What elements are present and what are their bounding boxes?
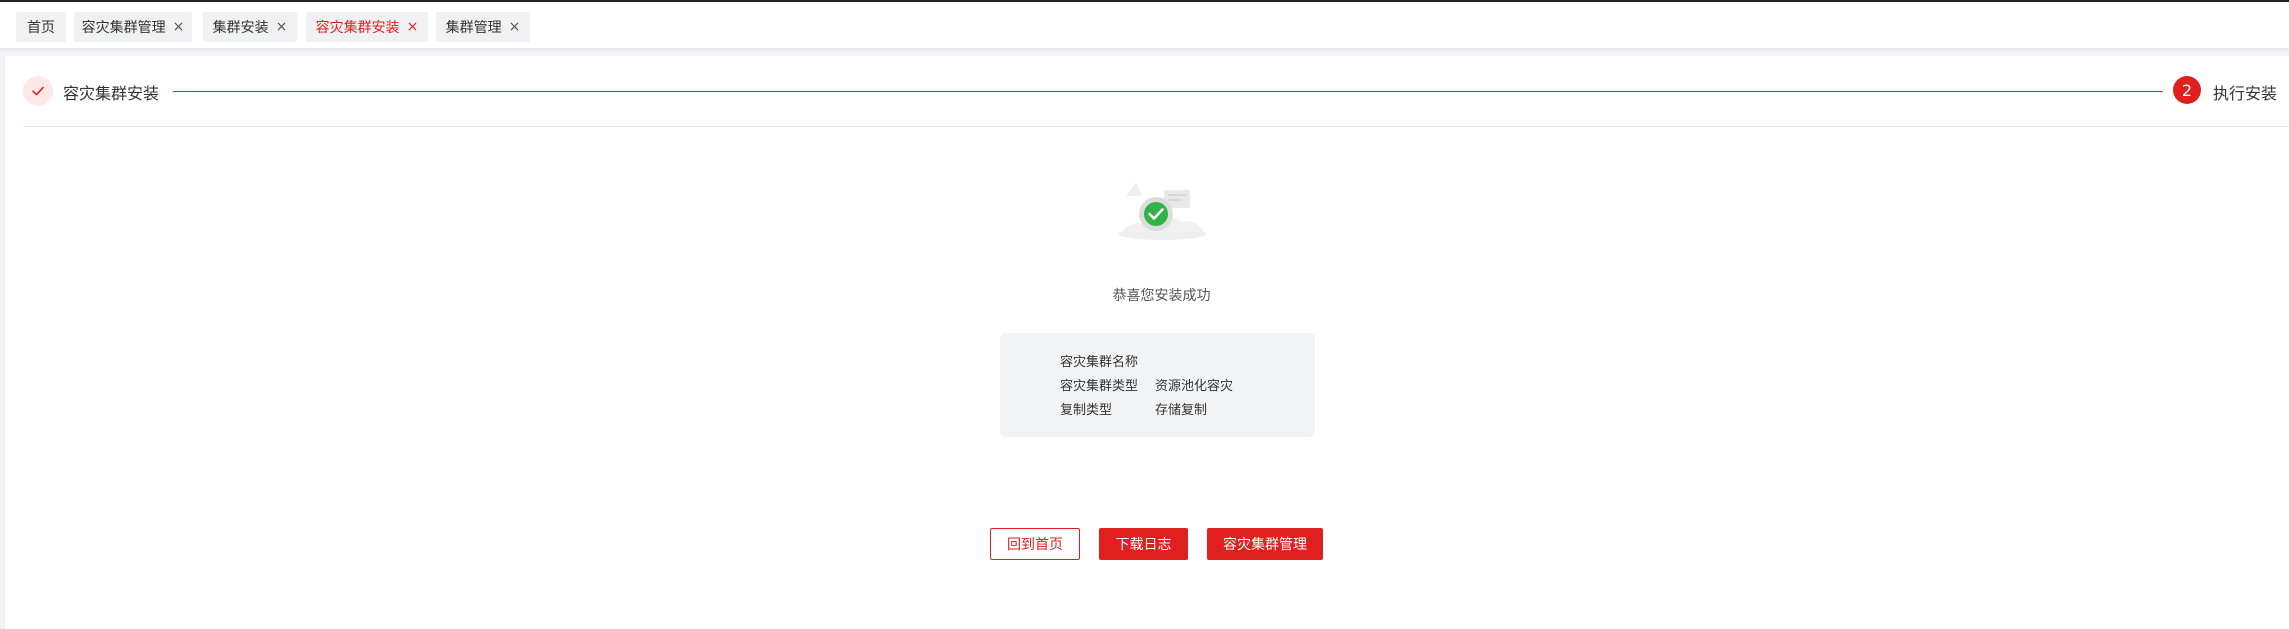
main-content: 容灾集群安装 2 执行安装 恭喜您安装成功 容灾集群名称 容灾集群类型 资源池化容… — [5, 56, 2289, 629]
info-value: 存储复制 — [1155, 403, 1208, 418]
info-row-cluster-type: 容灾集群类型 资源池化容灾 — [1060, 375, 1233, 394]
close-icon[interactable]: × — [276, 20, 288, 34]
tab-dr-cluster-install[interactable]: 容灾集群安装 × — [306, 12, 428, 42]
download-log-button[interactable]: 下载日志 — [1099, 528, 1188, 560]
info-row-replication-type: 复制类型 存储复制 — [1060, 399, 1207, 418]
step-complete-check-icon — [23, 76, 53, 106]
close-icon[interactable]: × — [173, 20, 185, 34]
info-key: 容灾集群类型 — [1060, 379, 1139, 394]
info-key: 复制类型 — [1060, 403, 1113, 418]
step-1-label: 容灾集群安装 — [63, 84, 160, 103]
tab-home[interactable]: 首页 — [16, 12, 66, 42]
close-icon[interactable]: × — [509, 20, 521, 34]
success-illustration-icon — [1118, 182, 1206, 240]
tab-dr-cluster-management[interactable]: 容灾集群管理 × — [74, 12, 192, 42]
back-home-button[interactable]: 回到首页 — [990, 528, 1080, 560]
tab-cluster-install[interactable]: 集群安装 × — [203, 12, 297, 42]
install-info-box: 容灾集群名称 容灾集群类型 资源池化容灾 复制类型 存储复制 — [1000, 333, 1315, 437]
step-2-number: 2 — [2173, 76, 2201, 104]
step-2-label: 执行安装 — [2213, 84, 2278, 103]
tab-cluster-management[interactable]: 集群管理 × — [436, 12, 530, 42]
tab-label: 容灾集群安装 — [315, 20, 400, 36]
info-key: 容灾集群名称 — [1060, 355, 1139, 370]
dr-cluster-management-button[interactable]: 容灾集群管理 — [1207, 528, 1323, 560]
info-value: 资源池化容灾 — [1155, 379, 1234, 394]
close-icon[interactable]: × — [407, 20, 419, 34]
tab-label: 容灾集群管理 — [81, 20, 166, 36]
tab-label: 首页 — [27, 20, 55, 36]
tab-label: 集群安装 — [212, 20, 269, 36]
steps-bar: 容灾集群安装 2 执行安装 — [5, 56, 2289, 128]
header-divider — [23, 126, 2289, 127]
tab-bar: 首页 容灾集群管理 × 集群安装 × 容灾集群安装 × 集群管理 × — [0, 2, 2289, 48]
info-row-cluster-name: 容灾集群名称 — [1060, 351, 1155, 370]
tab-label: 集群管理 — [445, 20, 502, 36]
step-connector-line — [173, 91, 2163, 92]
success-message: 恭喜您安装成功 — [1112, 288, 1211, 304]
